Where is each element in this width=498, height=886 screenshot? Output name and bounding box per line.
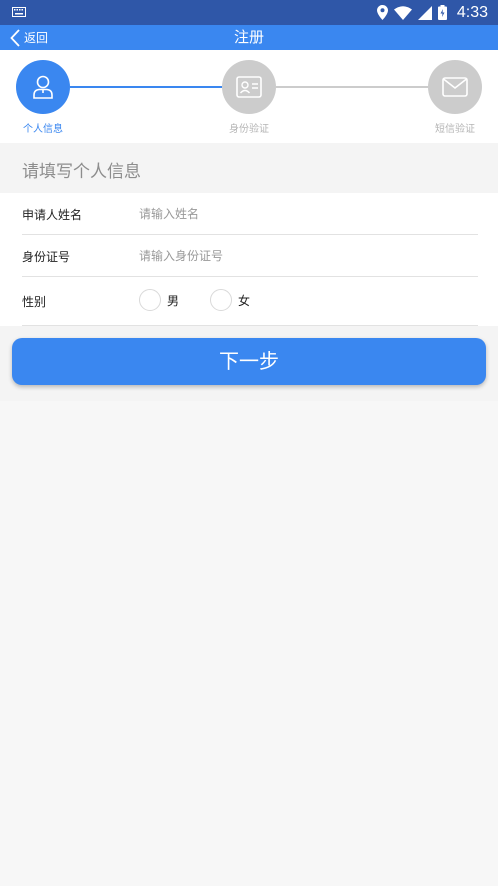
id-number-row: 身份证号: [22, 235, 478, 277]
gender-female-radio[interactable]: 女: [210, 289, 250, 311]
status-bar: 4:33: [0, 0, 498, 25]
section-header: 请填写个人信息: [0, 143, 498, 193]
id-number-label: 身份证号: [22, 250, 71, 264]
step-connector-2: [276, 86, 428, 88]
step-label: 身份验证: [229, 124, 269, 135]
step-label: 短信验证: [435, 124, 475, 135]
next-step-button[interactable]: 下一步: [12, 338, 486, 385]
name-row: 申请人姓名: [22, 193, 478, 235]
battery-icon: [437, 5, 447, 20]
location-icon: [376, 5, 388, 20]
nav-bar: 返回 注册: [0, 25, 498, 50]
name-label: 申请人姓名: [22, 208, 83, 222]
radio-circle: [210, 289, 232, 311]
gender-label: 性别: [22, 295, 47, 309]
personal-info-form: 申请人姓名 身份证号 性别 男 女: [0, 193, 498, 326]
gender-female-label: 女: [238, 293, 251, 308]
clock: 4:33: [456, 3, 488, 21]
registration-stepper: 个人信息 身份验证 短信验证: [0, 50, 498, 143]
step-label: 个人信息: [23, 124, 63, 135]
gender-male-radio[interactable]: 男: [139, 289, 179, 311]
id-number-input[interactable]: [139, 247, 469, 265]
envelope-icon: [442, 77, 468, 97]
gender-row: 性别 男 女: [22, 277, 478, 326]
keyboard-icon: [12, 7, 26, 17]
section-title: 请填写个人信息: [22, 162, 141, 182]
step-connector-1: [70, 86, 222, 88]
user-icon: [33, 75, 53, 99]
step-personal-info: 个人信息: [16, 60, 70, 135]
step-identity-verification: 身份验证: [222, 60, 276, 135]
wifi-icon: [393, 5, 412, 20]
signal-icon: [417, 5, 432, 20]
id-card-icon: [236, 76, 262, 98]
step-sms-verification: 短信验证: [428, 60, 482, 135]
name-input[interactable]: [139, 205, 469, 223]
button-area: 下一步: [0, 326, 498, 401]
page-title: 注册: [233, 28, 264, 46]
gender-male-label: 男: [167, 293, 180, 308]
radio-circle: [139, 289, 161, 311]
